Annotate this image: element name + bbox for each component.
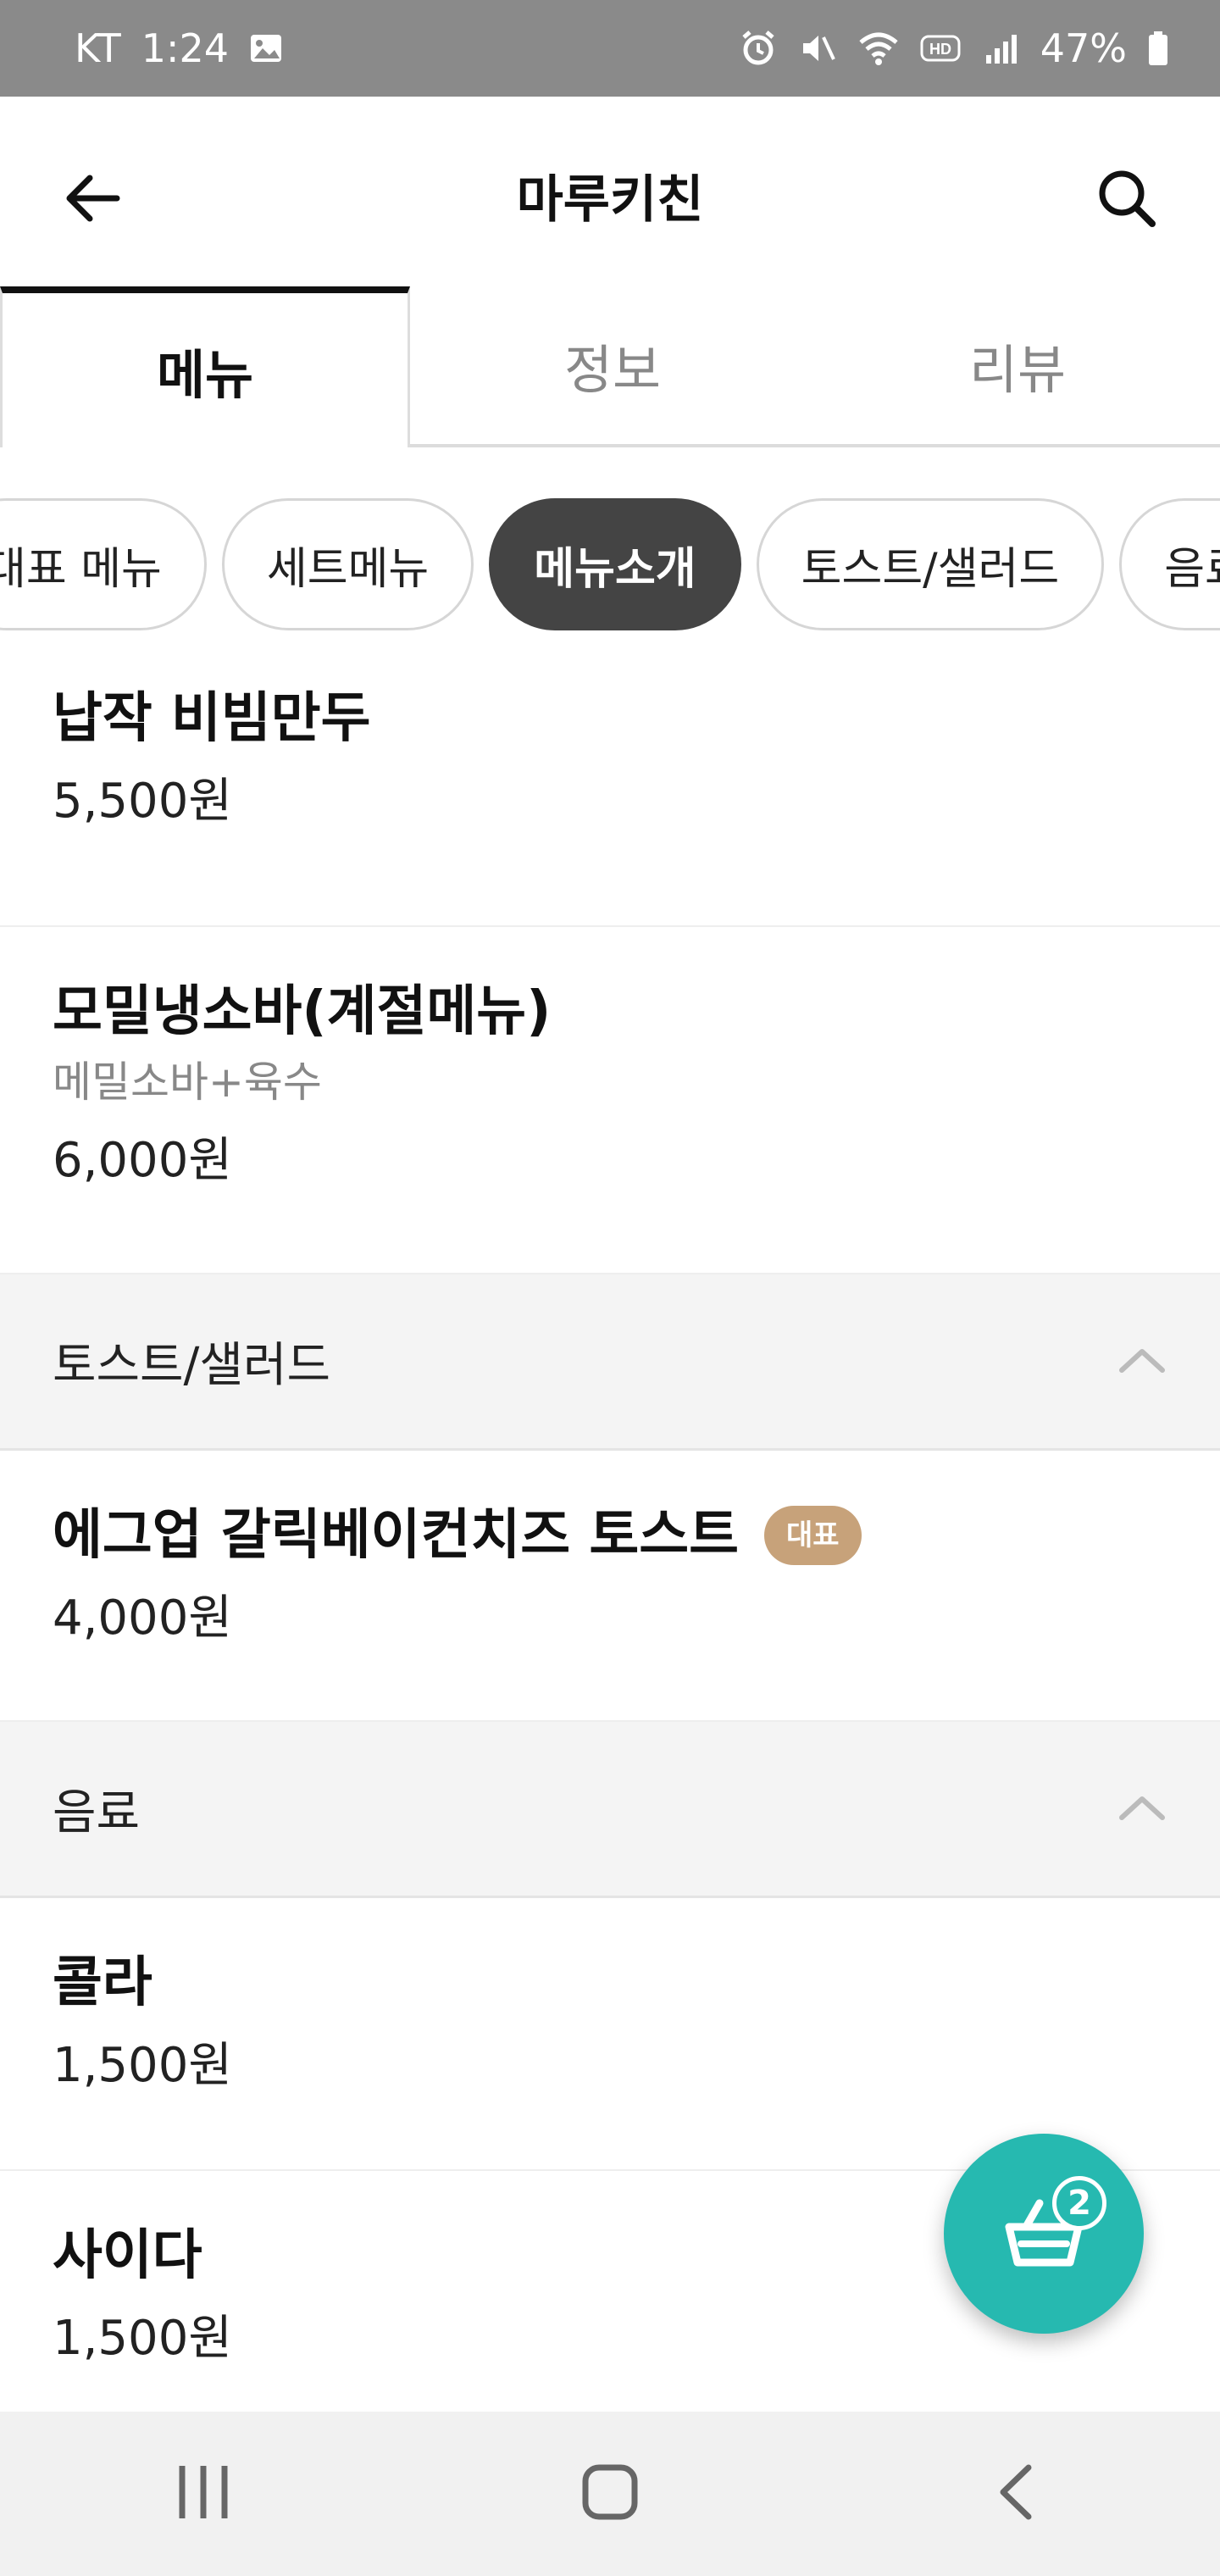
tab-menu[interactable]: 메뉴 <box>0 286 410 447</box>
menu-item-price: 5,500원 <box>53 774 232 829</box>
menu-item-name: 콜라 <box>53 1951 152 2014</box>
recent-apps-icon <box>174 2462 233 2525</box>
chip-drinks[interactable]: 음료 <box>1119 498 1220 630</box>
nav-back-button[interactable] <box>957 2434 1076 2553</box>
section-title: 토스트/샐러드 <box>53 1338 330 1393</box>
section-header-toast-salad[interactable]: 토스트/샐러드 <box>0 1274 1220 1451</box>
home-icon <box>580 2462 640 2525</box>
battery-icon <box>1147 30 1169 67</box>
back-icon <box>991 2462 1042 2525</box>
home-button[interactable] <box>551 2434 669 2553</box>
menu-item[interactable]: 에그업 갈릭베이컨치즈 토스트 대표 4,000원 <box>0 1451 1220 1722</box>
battery-percent: 47% <box>1040 25 1127 71</box>
tab-reviews[interactable]: 리뷰 <box>815 286 1220 444</box>
menu-item-name: 에그업 갈릭베이컨치즈 토스트 <box>53 1504 740 1567</box>
clock: 1:24 <box>141 25 230 71</box>
app-bar: 마루키친 <box>0 97 1220 288</box>
chip-set-menu[interactable]: 세트메뉴 <box>221 498 474 630</box>
menu-item-price: 4,000원 <box>53 1591 232 1646</box>
cart-count-badge: 2 <box>1052 2176 1106 2230</box>
recent-apps-button[interactable] <box>144 2434 263 2553</box>
mute-icon <box>798 29 837 68</box>
section-title: 음료 <box>53 1785 141 1840</box>
alarm-icon <box>739 29 778 68</box>
search-button[interactable] <box>1084 158 1169 242</box>
page-title: 마루키친 <box>516 170 704 230</box>
search-icon <box>1093 164 1161 236</box>
system-nav-bar <box>0 2412 1220 2576</box>
menu-item[interactable]: 모밀냉소바(계절메뉴) 메밀소바+육수 6,000원 <box>0 927 1220 1274</box>
image-icon <box>249 31 283 65</box>
category-chips: 대표 메뉴 세트메뉴 메뉴소개 토스트/샐러드 음료 <box>0 498 1220 634</box>
menu-item[interactable]: 납작 비빔만두 5,500원 <box>0 634 1220 927</box>
menu-item-name: 납작 비빔만두 <box>53 687 371 750</box>
chevron-up-icon <box>1117 1343 1167 1380</box>
carrier-label: KT <box>75 25 121 71</box>
menu-item-price: 1,500원 <box>53 2038 232 2093</box>
signature-badge: 대표 <box>764 1506 862 1565</box>
chip-menu-intro[interactable]: 메뉴소개 <box>489 498 741 630</box>
status-left: KT 1:24 <box>75 25 283 71</box>
wifi-icon <box>857 29 900 68</box>
signal-icon <box>983 30 1020 67</box>
cart-button[interactable]: 2 <box>944 2134 1144 2334</box>
status-right: HD 47% <box>739 25 1169 71</box>
menu-item-price: 6,000원 <box>53 1133 232 1188</box>
menu-item-name-row: 에그업 갈릭베이컨치즈 토스트 대표 <box>53 1502 1167 1569</box>
status-bar: KT 1:24 HD 47% <box>0 0 1220 97</box>
svg-text:HD: HD <box>929 41 951 58</box>
chevron-up-icon <box>1117 1790 1167 1828</box>
tab-info[interactable]: 정보 <box>410 286 815 444</box>
hd-icon: HD <box>920 31 962 65</box>
chip-toast-salad[interactable]: 토스트/샐러드 <box>756 498 1105 630</box>
section-header-drinks[interactable]: 음료 <box>0 1722 1220 1898</box>
menu-item[interactable]: 콜라 1,500원 <box>0 1898 1220 2171</box>
menu-item-description: 메밀소바+육수 <box>53 1058 322 1107</box>
menu-item-name: 모밀냉소바(계절메뉴) <box>53 980 552 1043</box>
tab-bar: 메뉴 정보 리뷰 <box>0 286 1220 447</box>
chip-signature-menu[interactable]: 대표 메뉴 <box>0 498 207 630</box>
